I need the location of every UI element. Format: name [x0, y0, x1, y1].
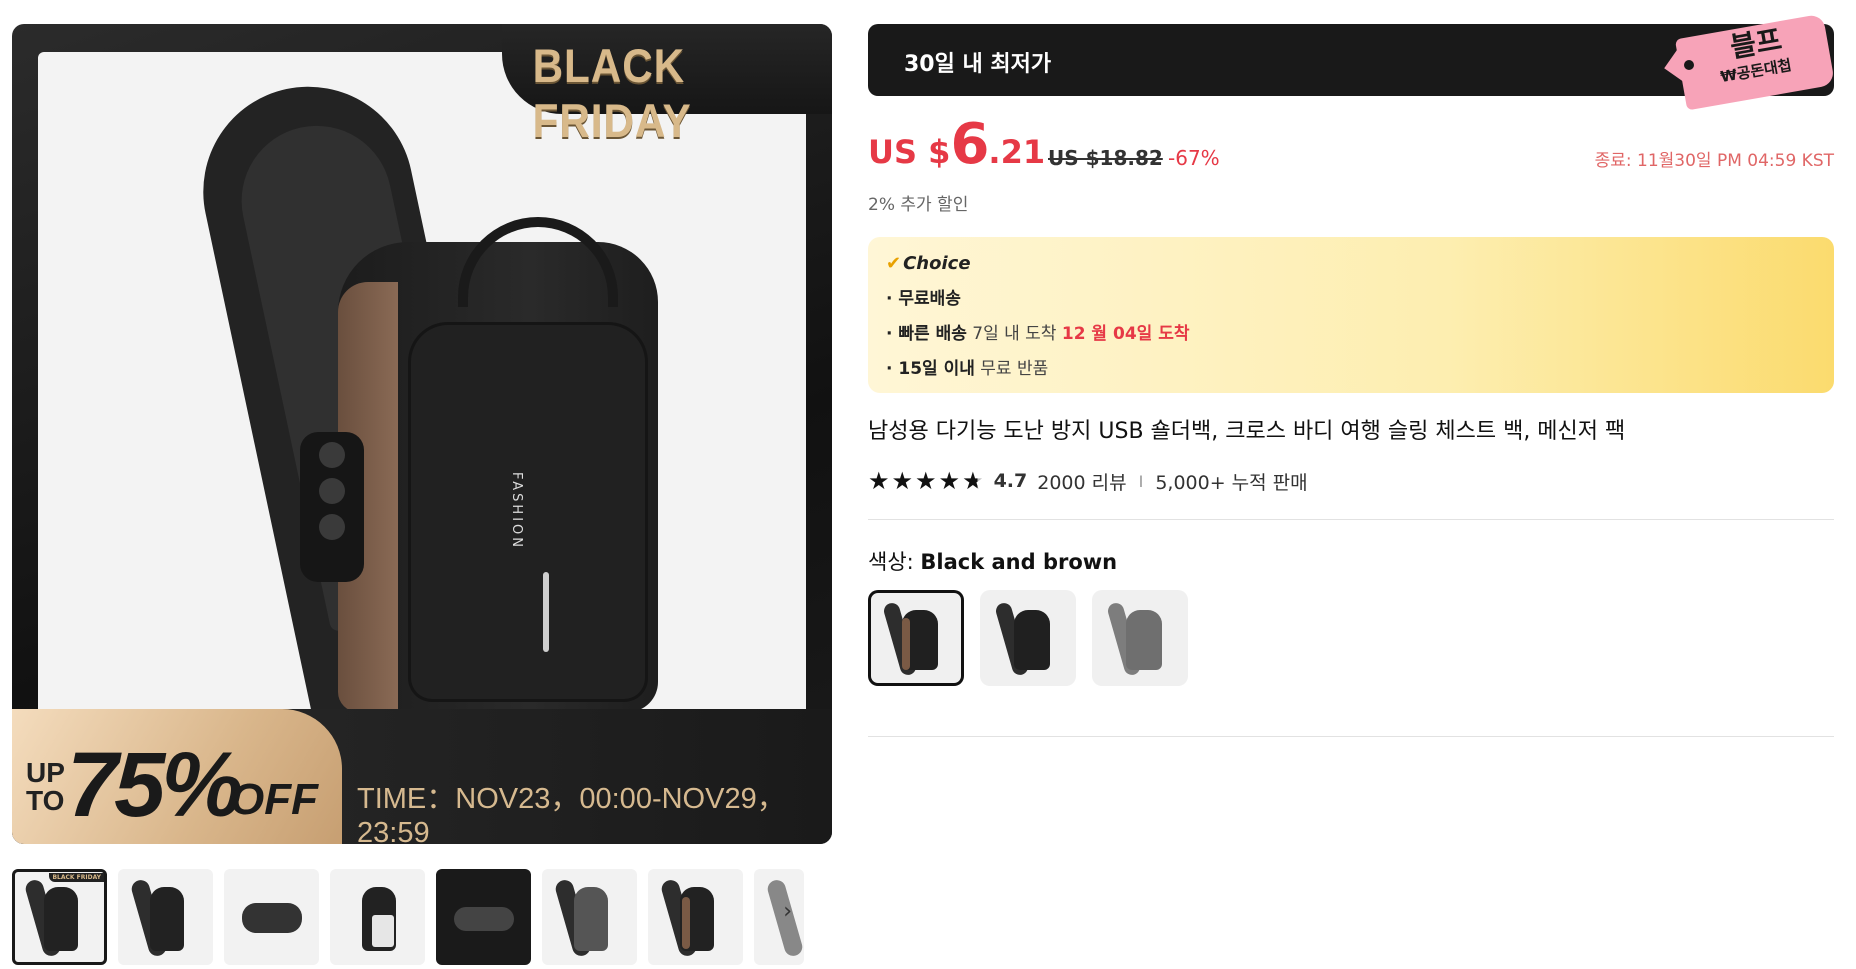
promo-off: OFF: [230, 775, 318, 824]
half-star-icon: ★: [962, 467, 984, 495]
color-swatches: [868, 590, 1834, 686]
discount-percent: -67%: [1168, 146, 1220, 170]
promo-banner: UP TO 75% OFF TIME：NOV23，00:00-NOV29，23:5…: [12, 709, 832, 844]
color-option-black-brown[interactable]: [868, 590, 964, 686]
divider: I: [1138, 471, 1144, 491]
thumbnail-8[interactable]: ›: [754, 869, 804, 965]
color-option-grey[interactable]: [1092, 590, 1188, 686]
rating-stars[interactable]: ★ ★ ★ ★ ★: [868, 467, 984, 495]
promo-upto: UP TO: [26, 757, 65, 816]
price-decimal: .21: [988, 133, 1046, 171]
star-icon: ★: [868, 467, 890, 495]
black-friday-title: BLACK FRIDAY: [532, 39, 692, 147]
promo-percent: 75%: [67, 734, 243, 836]
bag-brand-label: FASHION: [509, 472, 524, 550]
color-option-black[interactable]: [980, 590, 1076, 686]
product-photo: FASHION: [38, 52, 806, 764]
black-friday-tab: BLACK FRIDAY: [502, 24, 832, 147]
divider-line: [868, 519, 1834, 520]
divider-line: [868, 736, 1834, 737]
thumbnail-strip: BLACK FRIDAY ›: [12, 869, 832, 969]
bag-pocket: [408, 322, 648, 702]
bag-handle: [458, 217, 618, 307]
review-count[interactable]: 2000 리뷰: [1037, 468, 1126, 495]
free-shipping-line: · 무료배송: [886, 289, 961, 309]
delivery-date: 12 월 04일 도착: [1061, 324, 1190, 344]
lowest-price-label: 30일 내 최저가: [904, 52, 1052, 77]
thumbnail-banner: BLACK FRIDAY: [49, 873, 104, 882]
main-product-image[interactable]: FASHION BLACK FRIDAY UP TO 75% OFF TIME：N…: [12, 24, 832, 844]
free-return-line: · 15일 이내 무료 반품: [886, 359, 1049, 379]
chevron-right-icon[interactable]: ›: [783, 899, 792, 924]
choice-title: ✔ Choice: [886, 253, 971, 274]
price-currency: US $: [868, 133, 951, 171]
star-icon: ★: [915, 467, 937, 495]
thumbnail-6[interactable]: [542, 869, 637, 965]
rating-row: ★ ★ ★ ★ ★ 4.7 2000 리뷰 I 5,000+ 누적 판매: [868, 467, 1834, 495]
thumbnail-1[interactable]: BLACK FRIDAY: [12, 869, 107, 965]
black-friday-tag-icon: 블프 ₩공돈대첩: [1659, 13, 1836, 111]
thumbnail-2[interactable]: [118, 869, 213, 965]
current-price: US $6.21: [868, 112, 1045, 177]
choice-benefits-box[interactable]: ✔ Choice · 무료배송 · 빠른 배송 7일 내 도착 12 월 04일 …: [868, 237, 1834, 393]
combination-lock: [300, 432, 364, 582]
sold-count: 5,000+ 누적 판매: [1155, 471, 1308, 494]
product-title: 남성용 다기능 도난 방지 USB 숄더백, 크로스 바디 여행 슬링 체스트 …: [868, 419, 1626, 444]
thumbnail-5[interactable]: [436, 869, 531, 965]
promo-discount-block: UP TO 75% OFF: [12, 709, 342, 844]
thumbnail-7[interactable]: [648, 869, 743, 965]
check-icon: ✔: [886, 253, 902, 274]
rating-value: 4.7: [993, 470, 1028, 492]
sale-end-time: 종료: 11월30일 PM 04:59 KST: [1594, 151, 1834, 171]
fast-delivery-line: · 빠른 배송 7일 내 도착 12 월 04일 도착: [886, 324, 1190, 344]
thumbnail-4[interactable]: [330, 869, 425, 965]
lowest-price-bar: 30일 내 최저가 블프 ₩공돈대첩: [868, 13, 1836, 111]
product-gallery: FASHION BLACK FRIDAY UP TO 75% OFF TIME：N…: [12, 24, 832, 965]
thumbnail-3[interactable]: [224, 869, 319, 965]
selected-color: Black and brown: [920, 550, 1118, 574]
price-integer: 6: [950, 112, 989, 177]
original-price: US $18.82: [1048, 146, 1163, 170]
color-selector-label: 색상: Black and brown: [868, 550, 1118, 574]
promo-time: TIME：NOV23，00:00-NOV29，23:59: [357, 775, 832, 844]
price-row: US $6.21 US $18.82 -67% 종료: 11월30일 PM 04…: [868, 110, 1834, 188]
extra-discount: 2% 추가 할인: [868, 195, 969, 215]
reflective-stripe: [543, 572, 549, 652]
product-info: 30일 내 최저가 블프 ₩공돈대첩 US $6.21 US $18.82 -6…: [868, 13, 1836, 737]
star-icon: ★: [938, 467, 961, 495]
star-icon: ★: [891, 467, 914, 495]
